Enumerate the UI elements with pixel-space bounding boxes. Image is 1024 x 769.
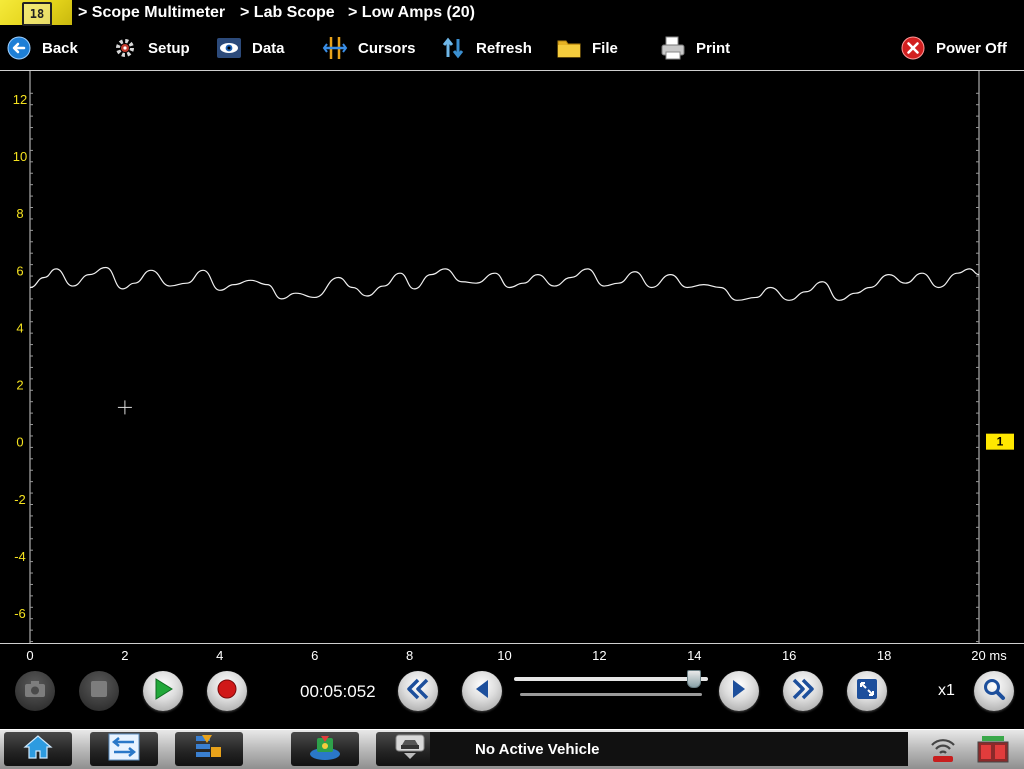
skip-back-button[interactable]: [398, 671, 438, 711]
refresh-button[interactable]: Refresh: [440, 34, 532, 62]
car-icon: [393, 733, 427, 766]
cursors-icon: [322, 35, 348, 61]
cursors-button[interactable]: Cursors: [322, 34, 416, 62]
taskbar: No Active Vehicle: [0, 729, 1024, 769]
skip-forward-button[interactable]: [783, 671, 823, 711]
print-label: Print: [696, 39, 731, 57]
y-tick-label: 0: [16, 435, 23, 450]
home-icon: [23, 734, 53, 765]
svg-text:1: 1: [997, 435, 1004, 449]
setup-label: Setup: [148, 39, 190, 57]
setup-button[interactable]: Setup: [112, 34, 190, 62]
x-tick-label: 14: [687, 648, 701, 663]
y-tick-label: 10: [13, 149, 27, 164]
play-icon: [153, 677, 173, 705]
x-tick-label: 6: [311, 648, 318, 663]
scroll-slider-thumb[interactable]: [687, 670, 702, 688]
snapshot-button[interactable]: [15, 671, 55, 711]
triangle-right-icon: [730, 678, 748, 705]
breadcrumb-low-amps: > Low Amps (20): [348, 4, 475, 21]
y-axis: 12 10 8 6 4 2 0 -2 -4 -6: [13, 92, 979, 643]
signal-trace: [29, 266, 980, 301]
x-tick-label: 4: [216, 648, 223, 663]
wifi-status-icon[interactable]: [926, 734, 960, 764]
power-off-button[interactable]: Power Off: [900, 34, 1007, 62]
stop-icon: [90, 680, 108, 703]
file-label: File: [592, 39, 618, 57]
y-tick-label: -6: [14, 606, 26, 621]
stop-button[interactable]: [79, 671, 119, 711]
toolbar: Back Setup Data Cursors Refresh File Pri…: [0, 26, 1024, 71]
y-tick-label: 6: [16, 263, 23, 278]
x-tick-label: 0: [26, 648, 33, 663]
shop-tools-icon: [307, 732, 343, 767]
previous-screen-button[interactable]: [90, 732, 158, 766]
x-tick-label: 18: [877, 648, 891, 663]
timestamp: 00:05:052: [300, 682, 376, 701]
scroll-slider-range: [520, 693, 702, 696]
data-manager-button[interactable]: [175, 732, 243, 766]
print-button[interactable]: Print: [660, 34, 730, 62]
back-label: Back: [42, 39, 78, 57]
y-tick-label: 4: [16, 320, 23, 335]
fit-to-screen-button[interactable]: [847, 671, 887, 711]
power-off-label: Power Off: [936, 39, 1007, 57]
refresh-label: Refresh: [476, 39, 532, 57]
folder-icon: [556, 35, 582, 61]
x-axis: 0 2 4 6 8 10 12 14 16 18 20 ms: [0, 643, 1024, 663]
data-manager-icon: [193, 733, 225, 766]
x-tick-label: 8: [406, 648, 413, 663]
data-button[interactable]: Data: [216, 34, 285, 62]
refresh-icon: [440, 35, 466, 61]
record-icon: [217, 679, 237, 704]
zoom-button[interactable]: [974, 671, 1014, 711]
home-button[interactable]: [4, 732, 72, 766]
record-button[interactable]: [207, 671, 247, 711]
y-tick-label: 12: [13, 92, 27, 107]
battery-status-icon[interactable]: [976, 734, 1010, 764]
triangle-left-icon: [473, 678, 491, 705]
double-chevron-right-icon: [791, 678, 815, 705]
power-off-icon: [900, 35, 926, 61]
title-bar: 18 > Scope Multimeter > Lab Scope > Low …: [0, 0, 1024, 26]
x-tick-label: 12: [592, 648, 606, 663]
scope-graph[interactable]: 12 10 8 6 4 2 0 -2 -4 -6 1: [0, 71, 1024, 643]
y-tick-label: -2: [14, 492, 26, 507]
expand-icon: [855, 677, 879, 706]
x-tick-label: 10: [497, 648, 511, 663]
gear-icon: [112, 35, 138, 61]
x-tick-label: 16: [782, 648, 796, 663]
step-forward-button[interactable]: [719, 671, 759, 711]
y-tick-label: 8: [16, 206, 23, 221]
back-button[interactable]: Back: [6, 34, 78, 62]
magnifier-icon: [982, 677, 1006, 706]
printer-icon: [660, 35, 686, 61]
camera-icon: [24, 680, 46, 703]
eye-icon: [216, 35, 242, 61]
breadcrumb-lab-scope[interactable]: > Lab Scope: [240, 4, 335, 22]
playback-controls: 00:05:052 x1: [0, 665, 1024, 727]
scroll-slider-track[interactable]: [514, 677, 708, 681]
data-label: Data: [252, 39, 285, 57]
play-button[interactable]: [143, 671, 183, 711]
back-arrow-icon: [6, 35, 32, 61]
step-back-button[interactable]: [462, 671, 502, 711]
double-chevron-left-icon: [406, 678, 430, 705]
y-tick-label: -4: [14, 549, 26, 564]
channel-1-marker[interactable]: 1: [986, 433, 1014, 450]
app-logo-icon[interactable]: 18: [0, 0, 72, 26]
zoom-level: x1: [938, 682, 955, 699]
y-tick-label: 2: [16, 378, 23, 393]
file-button[interactable]: File: [556, 34, 618, 62]
cursors-label: Cursors: [358, 39, 416, 57]
breadcrumb-scope-multimeter[interactable]: > Scope Multimeter: [78, 4, 225, 22]
x-tick-label: 20 ms: [971, 648, 1007, 663]
vehicle-status-text: No Active Vehicle: [475, 740, 600, 758]
vehicle-status: No Active Vehicle: [430, 732, 908, 766]
screen-switch-icon: [108, 733, 140, 766]
x-tick-label: 2: [121, 648, 128, 663]
shop-tools-button[interactable]: [291, 732, 359, 766]
cursor-crosshair[interactable]: [117, 400, 132, 415]
